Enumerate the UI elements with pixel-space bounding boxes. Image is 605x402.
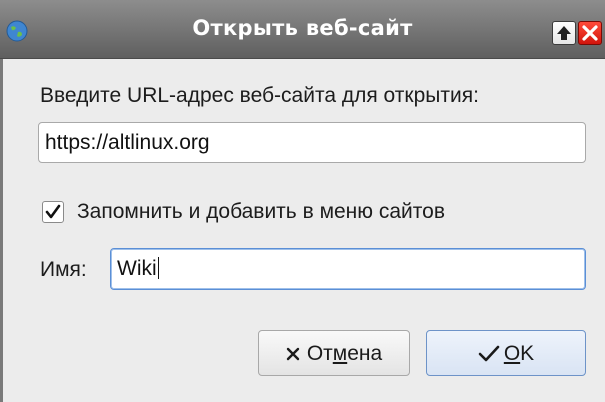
url-input[interactable]: https://altlinux.org — [38, 122, 586, 163]
ok-label-mnemonic: O — [503, 342, 521, 365]
arrow-up-icon — [557, 26, 571, 40]
dialog-window: Открыть веб-сайт Введите URL-адрес веб-с… — [0, 0, 605, 402]
cancel-label-mnemonic: м — [332, 342, 348, 365]
close-icon — [582, 25, 598, 41]
window-title: Открыть веб-сайт — [192, 16, 413, 40]
cancel-button[interactable]: Отмена — [258, 330, 410, 376]
window-left-border — [0, 59, 3, 402]
ok-label-post: K — [520, 342, 535, 365]
ok-button-content: OK — [427, 342, 585, 366]
url-prompt-label: Введите URL-адрес веб-сайта для открытия… — [40, 84, 479, 107]
cancel-label-pre: От — [306, 342, 333, 365]
cancel-button-content: Отмена — [259, 342, 409, 366]
close-icon — [286, 348, 300, 361]
maximize-button[interactable] — [552, 21, 576, 45]
name-input-value: Wiki — [117, 257, 159, 281]
remember-checkbox[interactable] — [42, 201, 64, 223]
name-label: Имя: — [40, 258, 87, 281]
text-caret — [157, 257, 159, 279]
cancel-label-post: ена — [347, 342, 383, 365]
checkmark-icon — [45, 204, 61, 219]
checkmark-icon — [478, 346, 500, 362]
title-bar[interactable]: Открыть веб-сайт — [0, 0, 605, 59]
url-input-value: https://altlinux.org — [45, 131, 210, 154]
remember-label[interactable]: Запомнить и добавить в меню сайтов — [77, 200, 445, 224]
name-input-text: Wiki — [117, 257, 157, 280]
name-input[interactable]: Wiki — [110, 248, 586, 290]
close-button[interactable] — [578, 21, 602, 45]
ok-button[interactable]: OK — [426, 330, 586, 376]
